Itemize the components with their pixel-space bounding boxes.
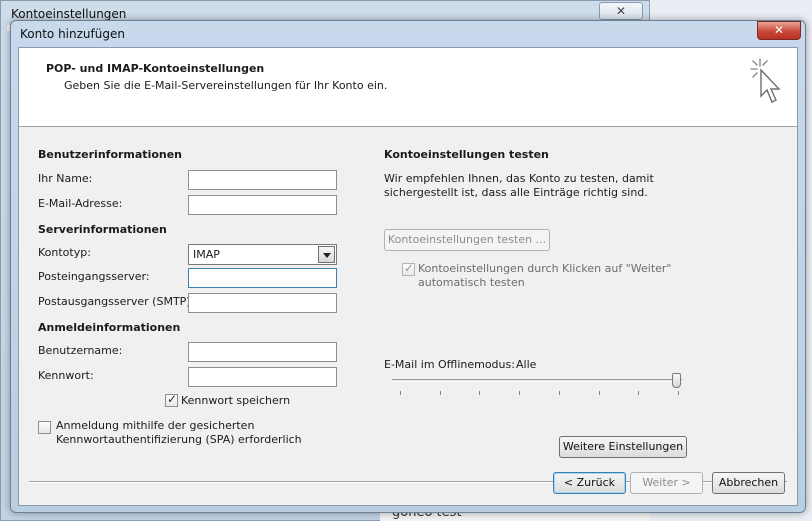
name-label: Ihr Name: <box>38 172 93 185</box>
account-type-label: Kontotyp: <box>38 246 91 259</box>
header-subtitle: Geben Sie die E-Mail-Servereinstellungen… <box>64 79 388 92</box>
slider-tick <box>519 391 521 395</box>
slider-tick <box>400 391 401 395</box>
next-button[interactable]: Weiter > <box>630 472 703 494</box>
account-type-value: IMAP <box>193 248 220 261</box>
header-band: POP- und IMAP-Kontoeinstellungen Geben S… <box>19 48 797 127</box>
slider-tick <box>439 391 441 395</box>
dialog-close-button[interactable]: ✕ <box>757 21 801 40</box>
spa-label-line2: Kennwortauthentifizierung (SPA) erforder… <box>56 433 302 446</box>
username-label: Benutzername: <box>38 344 123 357</box>
server-info-section-title: Serverinformationen <box>38 223 167 236</box>
chevron-down-icon[interactable] <box>318 246 335 263</box>
save-password-label: Kennwort speichern <box>181 394 291 407</box>
outgoing-server-input[interactable] <box>188 293 337 313</box>
background-window-close-button[interactable]: ✕ <box>599 2 643 20</box>
offline-mode-value: Alle <box>516 358 537 371</box>
more-settings-button[interactable]: Weitere Einstellungen <box>559 436 687 458</box>
offline-slider-thumb[interactable] <box>672 373 681 388</box>
test-settings-section-title: Kontoeinstellungen testen <box>384 148 549 161</box>
outgoing-server-label: Postausgangsserver (SMTP): <box>38 295 195 308</box>
password-label: Kennwort: <box>38 369 94 382</box>
auto-test-label-line2: automatisch testen <box>418 276 525 289</box>
slider-tick <box>479 391 481 395</box>
back-button[interactable]: < Zurück <box>553 472 626 494</box>
slider-tick <box>638 391 640 395</box>
header-title: POP- und IMAP-Kontoeinstellungen <box>46 62 265 75</box>
email-label: E-Mail-Adresse: <box>38 197 123 210</box>
slider-tick <box>558 391 560 395</box>
incoming-server-label: Posteingangsserver: <box>38 270 150 283</box>
slider-tick <box>598 391 600 395</box>
offline-mode-label: E-Mail im Offlinemodus: <box>384 358 515 371</box>
test-description-line2: sichergestellt ist, dass alle Einträge r… <box>384 186 648 199</box>
background-window-title: Kontoeinstellungen <box>11 7 127 21</box>
name-input[interactable] <box>188 170 337 190</box>
dialog-content: POP- und IMAP-Kontoeinstellungen Geben S… <box>18 47 798 506</box>
test-description-line1: Wir empfehlen Ihnen, das Konto zu testen… <box>384 172 654 185</box>
dialog-title: Konto hinzufügen <box>20 27 125 41</box>
slider-tick <box>678 391 679 395</box>
password-input[interactable] <box>188 367 337 387</box>
spa-checkbox[interactable] <box>38 421 51 434</box>
login-info-section-title: Anmeldeinformationen <box>38 321 181 334</box>
auto-test-checkbox[interactable] <box>402 261 415 276</box>
user-info-section-title: Benutzerinformationen <box>38 148 183 161</box>
offline-slider-track[interactable] <box>392 379 682 382</box>
auto-test-label-line1: Kontoeinstellungen durch Klicken auf "We… <box>418 262 672 275</box>
username-input[interactable] <box>188 342 337 362</box>
incoming-server-input[interactable] <box>188 268 337 288</box>
add-account-dialog: Konto hinzufügen ✕ POP- und IMAP-Kontoei… <box>10 20 806 513</box>
spa-label-line1: Anmeldung mithilfe der gesicherten <box>56 419 255 432</box>
test-settings-button[interactable]: Kontoeinstellungen testen ... <box>384 229 550 251</box>
email-input[interactable] <box>188 195 337 215</box>
account-type-select[interactable]: IMAP <box>188 244 337 265</box>
cancel-button[interactable]: Abbrechen <box>712 472 785 494</box>
cursor-click-icon <box>750 58 781 103</box>
save-password-checkbox[interactable] <box>165 392 178 407</box>
